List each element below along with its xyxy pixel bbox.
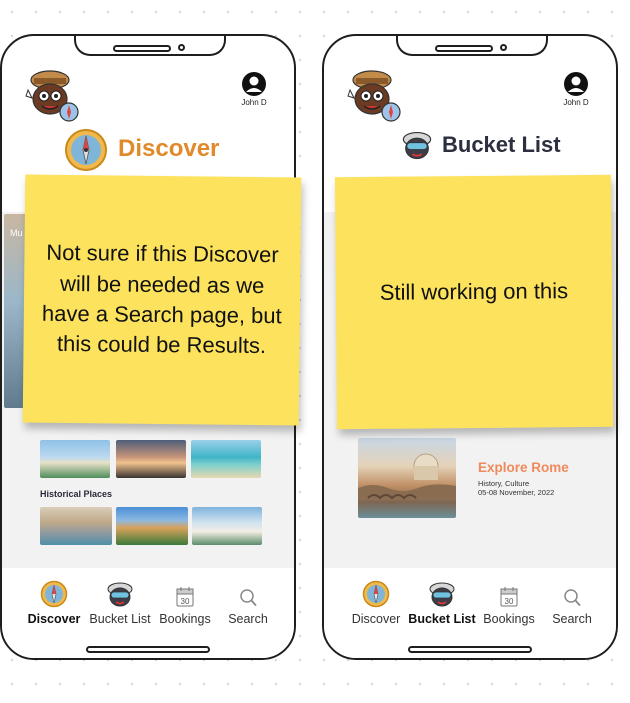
historical-place-thumbnail[interactable]: [40, 507, 112, 545]
historical-place-thumbnail[interactable]: [116, 507, 188, 545]
nav-label-bucket-list: Bucket List: [89, 612, 151, 626]
speaker: [435, 45, 493, 52]
sticky-note-text: Not sure if this Discover will be needed…: [41, 240, 282, 359]
nav-item-bucket-list[interactable]: Bucket List: [85, 578, 155, 626]
compass-icon: [362, 580, 390, 608]
calendar-day-text: 30: [505, 597, 514, 606]
nav-item-search[interactable]: Search: [537, 578, 607, 626]
app-logo-mascot-icon: [347, 70, 401, 122]
historical-place-thumbnail[interactable]: [192, 507, 262, 545]
nav-item-bookings[interactable]: 30 Bookings: [150, 578, 220, 626]
profile-name: John D: [241, 98, 267, 107]
profile-name: John D: [563, 98, 589, 107]
search-icon: [240, 589, 257, 606]
nav-item-discover[interactable]: Discover: [19, 578, 89, 626]
compass-icon: [40, 580, 68, 608]
rome-skyline-illustration: [358, 453, 456, 500]
destination-thumbnail[interactable]: [116, 440, 186, 478]
sticky-note-left: Not sure if this Discover will be needed…: [22, 174, 302, 426]
nav-label-search: Search: [228, 612, 268, 626]
home-indicator: [86, 646, 210, 653]
front-camera: [178, 44, 185, 51]
nav-item-search[interactable]: Search: [213, 578, 283, 626]
calendar-icon: 30: [500, 587, 518, 607]
nav-label-discover: Discover: [351, 612, 401, 626]
user-avatar-icon: [242, 72, 266, 96]
page-header: Discover: [2, 128, 294, 174]
sticky-note-text: Still working on this: [379, 277, 569, 305]
nav-item-bookings[interactable]: 30 Bookings: [474, 578, 544, 626]
home-indicator: [408, 646, 532, 653]
search-icon: [564, 589, 581, 606]
nav-label-bookings: Bookings: [159, 612, 211, 626]
nav-item-discover[interactable]: Discover: [341, 578, 411, 626]
calendar-day-text: 30: [181, 597, 190, 606]
nav-label-discover: Discover: [27, 612, 81, 626]
speaker: [113, 45, 171, 52]
nav-label-bucket-list: Bucket List: [408, 612, 476, 626]
user-avatar-icon: [564, 72, 588, 96]
destination-thumbnail[interactable]: [191, 440, 261, 478]
nav-label-search: Search: [552, 612, 592, 626]
profile-button[interactable]: John D: [552, 71, 600, 107]
mascot-icon: [429, 582, 455, 607]
card-title[interactable]: Explore Rome: [478, 460, 569, 475]
featured-card-label: Mu: [10, 228, 23, 238]
sticky-note-right: Still working on this: [334, 174, 614, 430]
card-tags: History, Culture: [478, 479, 530, 488]
calendar-icon: 30: [176, 587, 194, 607]
page-title: Discover: [118, 135, 220, 162]
profile-button[interactable]: John D: [230, 71, 278, 107]
section-label: Historical Places: [40, 489, 113, 499]
destination-thumbnail[interactable]: [40, 440, 110, 478]
nav-label-bookings: Bookings: [483, 612, 535, 626]
mascot-icon: [402, 131, 432, 160]
app-logo-mascot-icon: [25, 70, 79, 122]
mascot-icon: [107, 582, 133, 607]
page-header: Bucket List: [324, 128, 616, 174]
front-camera: [500, 44, 507, 51]
rome-card-image[interactable]: [358, 438, 456, 518]
compass-icon: [65, 129, 107, 171]
nav-item-bucket-list[interactable]: Bucket List: [407, 578, 477, 626]
page-title: Bucket List: [442, 132, 561, 157]
card-dates: 05-08 November, 2022: [478, 488, 555, 497]
